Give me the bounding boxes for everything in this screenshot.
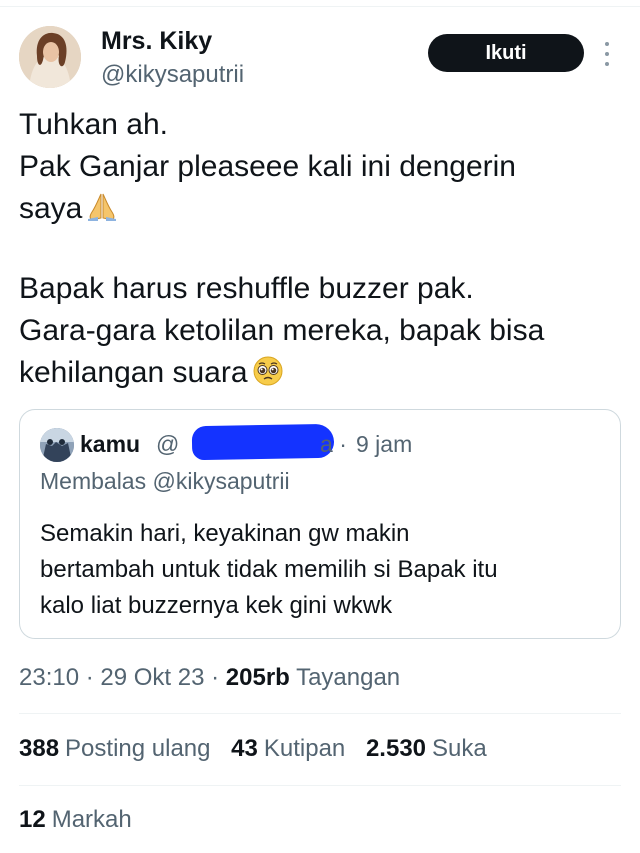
views-label: Tayangan bbox=[296, 664, 401, 691]
more-dot bbox=[605, 42, 609, 46]
bookmarks-count: 12 bbox=[19, 806, 46, 833]
replying-to: Membalas @kikysaputrii bbox=[40, 468, 290, 494]
pleading-face-icon bbox=[252, 356, 284, 386]
quotes-count: 43 bbox=[231, 735, 258, 762]
follow-button[interactable]: Ikuti bbox=[428, 34, 584, 72]
quotes-stat[interactable]: 43 Kutipan bbox=[231, 733, 345, 765]
more-options-icon[interactable] bbox=[600, 40, 614, 68]
engagement-stats: 388 Posting ulang 43 Kutipan 2.530 Suka bbox=[19, 733, 501, 765]
bookmarks-label: Markah bbox=[51, 806, 132, 833]
quoted-line: bertambah untuk tidak memilih si Bapak i… bbox=[40, 556, 498, 583]
redaction-scribble bbox=[191, 423, 335, 461]
quoted-line: kalo liat buzzernya kek gini wkwk bbox=[40, 592, 393, 619]
tweet-line: saya bbox=[19, 188, 619, 230]
divider bbox=[19, 713, 621, 714]
quoted-timestamp: 9 jam bbox=[356, 431, 413, 457]
tweet-line-text: saya bbox=[19, 192, 83, 225]
tweet-meta: 23:10 · 29 Okt 23 · 205rb Tayangan bbox=[19, 664, 401, 691]
top-divider bbox=[0, 6, 640, 7]
tweet-line: Pak Ganjar pleaseee kali ini dengerin bbox=[19, 150, 516, 183]
folded-hands-icon bbox=[86, 192, 118, 222]
quoted-handle-end: a · bbox=[320, 429, 347, 459]
divider bbox=[19, 785, 621, 786]
quoted-author-avatar bbox=[40, 428, 74, 462]
tweet-date[interactable]: 29 Okt 23 bbox=[100, 664, 204, 691]
bookmarks-stat[interactable]: 12 Markah bbox=[19, 804, 132, 836]
tweet-text: Tuhkan ah. Pak Ganjar pleaseee kali ini … bbox=[19, 104, 619, 394]
likes-count: 2.530 bbox=[365, 735, 427, 762]
author-avatar[interactable] bbox=[19, 26, 81, 88]
reposts-count: 388 bbox=[19, 735, 60, 762]
separator-dot: · bbox=[339, 431, 347, 457]
quoted-line: Semakin hari, keyakinan gw makin bbox=[40, 520, 410, 547]
reposts-stat[interactable]: 388 Posting ulang bbox=[19, 733, 211, 765]
tweet-line: Bapak harus reshuffle buzzer pak. bbox=[19, 272, 474, 305]
quoted-author-handle-end: a bbox=[320, 431, 333, 457]
quoted-author-name: kamu bbox=[80, 431, 141, 457]
likes-label: Suka bbox=[432, 735, 487, 762]
author-handle[interactable]: @kikysaputrii bbox=[101, 60, 244, 90]
tweet-line-text: kehilangan suara bbox=[19, 356, 248, 389]
tweet-line: kehilangan suara bbox=[19, 352, 619, 394]
quoted-tweet-text: Semakin hari, keyakinan gw makin bertamb… bbox=[40, 516, 498, 624]
more-dot bbox=[605, 52, 609, 56]
quotes-label: Kutipan bbox=[263, 735, 346, 762]
author-display-name[interactable]: Mrs. Kiky bbox=[101, 26, 212, 56]
tweet-line: Gara-gara ketolilan mereka, bapak bisa bbox=[19, 314, 545, 347]
tweet-line: Tuhkan ah. bbox=[19, 108, 168, 141]
quoted-author-handle-start: @ bbox=[156, 431, 180, 457]
reposts-label: Posting ulang bbox=[65, 735, 211, 762]
likes-stat[interactable]: 2.530 Suka bbox=[366, 733, 487, 765]
more-dot bbox=[605, 62, 609, 66]
tweet-time[interactable]: 23:10 bbox=[19, 664, 79, 691]
quoted-tweet-card[interactable]: kamu @ a · 9 jam Membalas @kikysaputrii … bbox=[19, 409, 621, 639]
views-count: 205rb bbox=[225, 664, 290, 691]
